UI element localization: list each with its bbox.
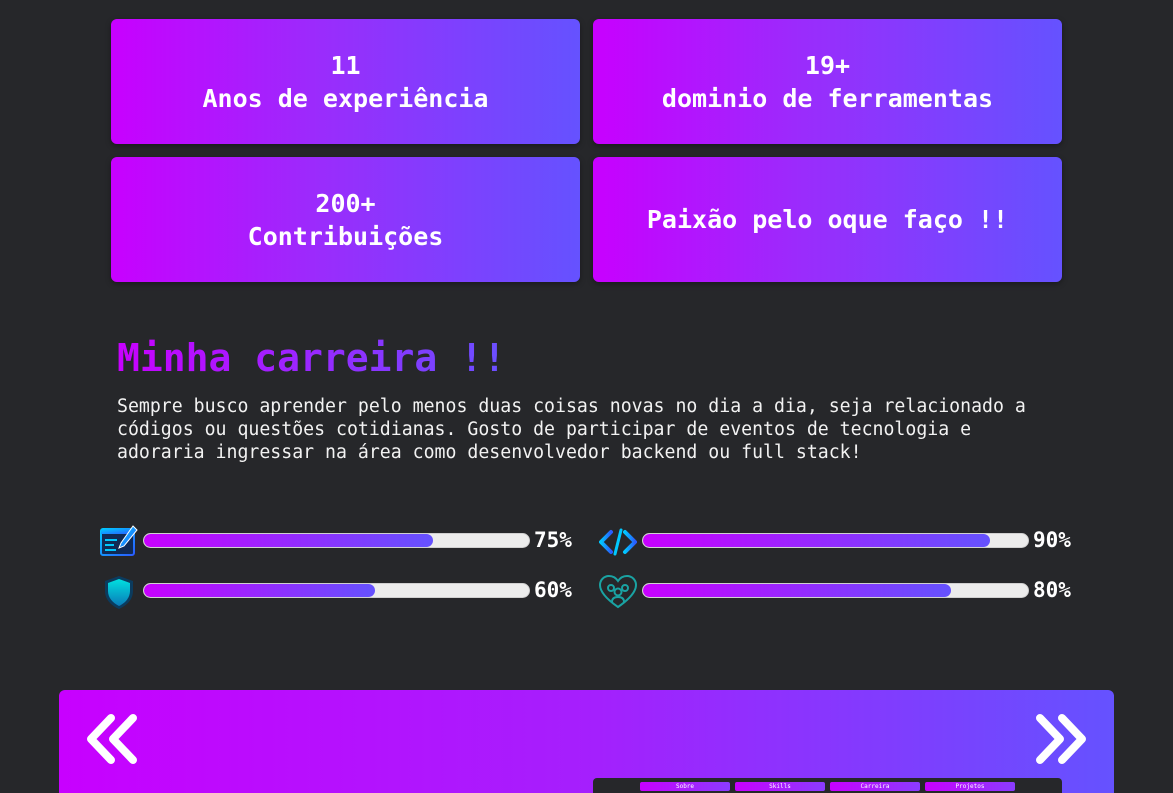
stat-card-contributions: 200+ Contribuições: [111, 157, 580, 282]
skill-progress-bar: [642, 533, 1029, 548]
design-editor-icon: [100, 524, 138, 560]
stat-card-passion: Paixão pelo oque faço !!: [593, 157, 1062, 282]
stat-value: 11: [330, 50, 361, 80]
career-title: Minha carreira !!: [117, 336, 506, 380]
preview-nav-item: Carreira: [830, 782, 920, 791]
project-preview-image[interactable]: Sobre Skills Carreira Projetos: [593, 778, 1062, 793]
preview-nav-item: Skills: [735, 782, 825, 791]
skill-progress-bar: [143, 583, 530, 598]
stat-label: Contribuições: [247, 221, 444, 251]
skill-percent: 60%: [534, 578, 572, 602]
career-description: Sempre busco aprender pelo menos duas co…: [117, 396, 1026, 463]
skill-progress-bar: [143, 533, 530, 548]
double-chevron-right-icon[interactable]: [1030, 712, 1090, 766]
skill-percent: 90%: [1033, 528, 1071, 552]
stat-value: 200+: [315, 188, 376, 218]
skill-progress-fill: [643, 534, 990, 547]
team-heart-icon: [598, 574, 638, 610]
code-icon: [599, 524, 637, 560]
preview-nav: Sobre Skills Carreira Projetos: [640, 782, 1015, 791]
double-chevron-left-icon[interactable]: [83, 712, 143, 766]
preview-nav-item: Projetos: [925, 782, 1015, 791]
stat-label: dominio de ferramentas: [661, 83, 994, 113]
skill-progress-fill: [144, 584, 375, 597]
stat-card-experience: 11 Anos de experiência: [111, 19, 580, 144]
stat-card-tools: 19+ dominio de ferramentas: [593, 19, 1062, 144]
skill-percent: 75%: [534, 528, 572, 552]
projects-carousel: Sobre Skills Carreira Projetos: [59, 690, 1114, 793]
skill-progress-fill: [144, 534, 433, 547]
skill-percent: 80%: [1033, 578, 1071, 602]
stat-label: Anos de experiência: [202, 83, 489, 113]
skill-progress-bar: [642, 583, 1029, 598]
preview-nav-item: Sobre: [640, 782, 730, 791]
stat-label: Paixão pelo oque faço !!: [646, 205, 1009, 234]
stat-value: 19+: [804, 50, 851, 80]
skill-progress-fill: [643, 584, 951, 597]
shield-icon: [100, 574, 138, 610]
